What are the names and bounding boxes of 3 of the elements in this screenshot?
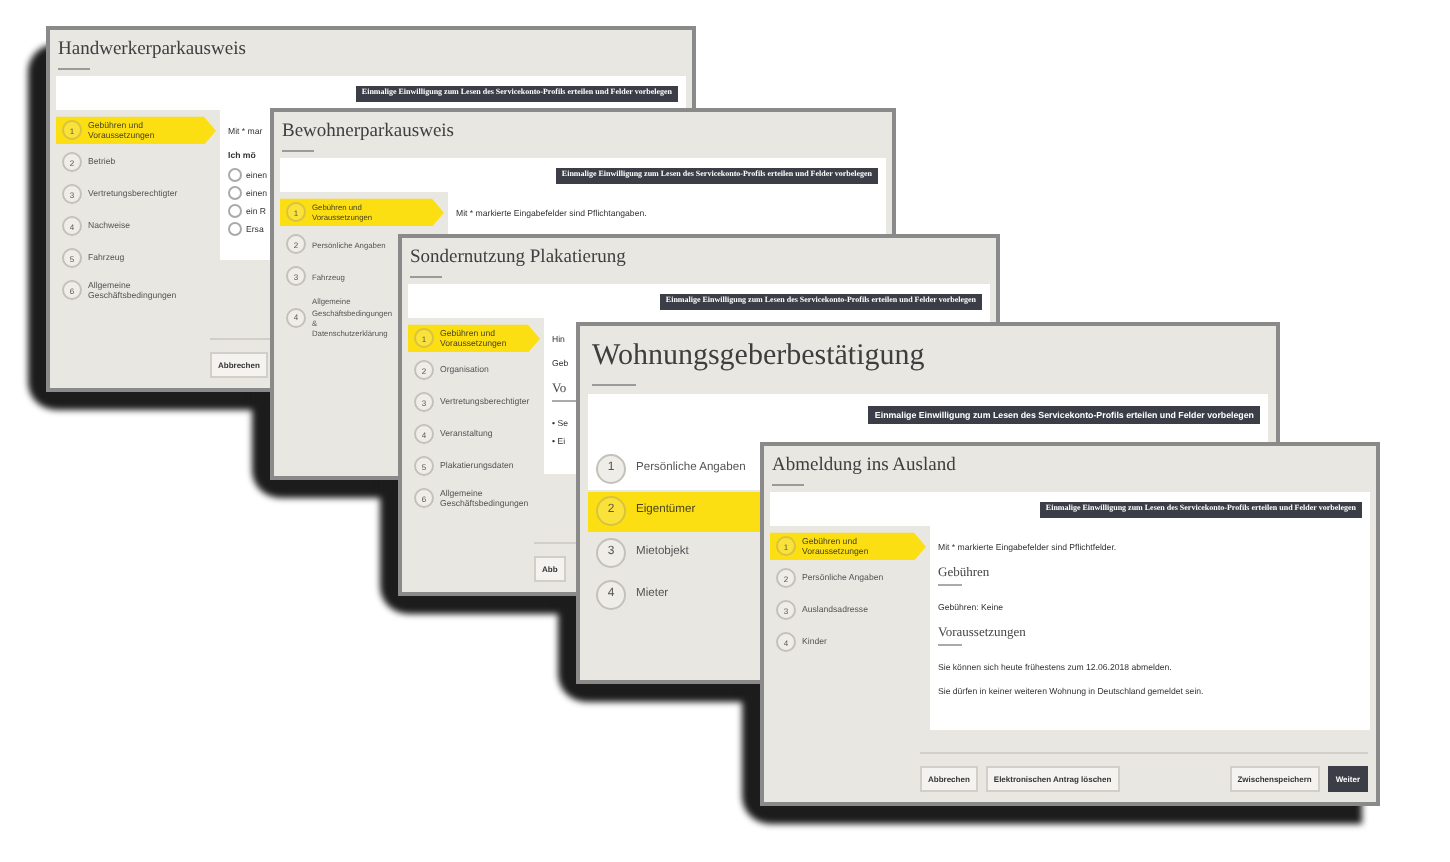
window-title: Bewohnerparkausweis bbox=[282, 120, 457, 145]
window-title: Wohnungsgeberbestätigung bbox=[592, 338, 927, 376]
window-title: Handwerkerparkausweis bbox=[58, 38, 248, 63]
